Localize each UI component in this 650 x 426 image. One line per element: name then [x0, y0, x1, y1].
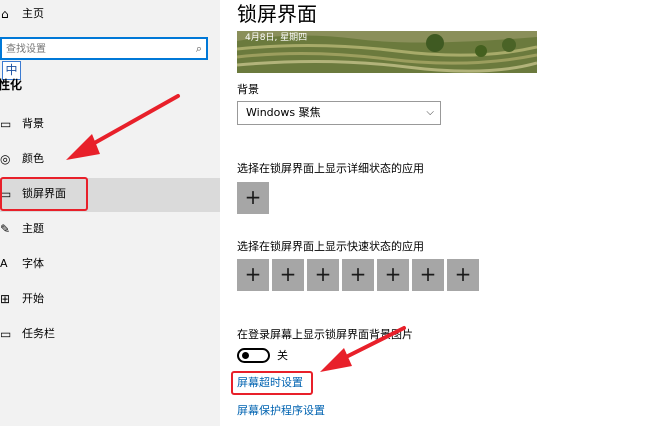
quick-status-add-button-1[interactable]: +	[237, 259, 269, 291]
highlight-box-lock-screen	[0, 177, 88, 211]
quick-status-add-button-5[interactable]: +	[377, 259, 409, 291]
sidebar-item-label: 字体	[22, 257, 44, 270]
search-icon[interactable]: ⌕	[196, 40, 202, 57]
sidebar-item-fonts[interactable]: A 字体	[0, 248, 220, 282]
quick-status-add-button-4[interactable]: +	[342, 259, 374, 291]
picture-icon: ▭	[0, 117, 12, 131]
chevron-down-icon: ⌵	[426, 107, 434, 118]
page-title: 锁屏界面	[237, 2, 317, 26]
signin-background-toggle[interactable]	[237, 348, 270, 363]
start-icon: ⊞	[0, 292, 11, 306]
background-label: 背景	[237, 83, 259, 96]
highlight-box-timeout-link	[231, 371, 313, 395]
search-input[interactable]	[4, 40, 188, 59]
background-dropdown[interactable]: Windows 聚焦 ⌵	[237, 101, 441, 125]
sidebar-item-start[interactable]: ⊞ 开始	[0, 283, 220, 317]
quick-status-add-button-2[interactable]: +	[272, 259, 304, 291]
quick-status-add-button-6[interactable]: +	[412, 259, 444, 291]
section-title: 个性化	[0, 78, 23, 92]
sidebar-item-label: 颜色	[22, 152, 44, 165]
sidebar-item-colors[interactable]: ◎ 颜色	[0, 143, 220, 177]
sidebar-item-background[interactable]: ▭ 背景	[0, 108, 220, 142]
sidebar-item-themes[interactable]: ✎ 主题	[0, 213, 220, 247]
quick-status-label: 选择在锁屏界面上显示快速状态的应用	[237, 240, 424, 253]
home-label: 主页	[22, 7, 44, 20]
home-icon: ⌂	[1, 7, 9, 21]
preview-date: 4月8日, 星期四	[245, 33, 308, 43]
signin-background-label: 在登录屏幕上显示锁屏界面背景图片	[237, 328, 413, 341]
sidebar-item-label: 开始	[22, 292, 44, 305]
font-icon: A	[0, 257, 8, 270]
sidebar-item-label: 主题	[22, 222, 44, 235]
palette-icon: ◎	[0, 152, 11, 166]
main-panel: 锁屏界面 4月8日, 星期四 背景 Windows 聚焦 ⌵ 选择在锁屏界面上显…	[220, 0, 650, 426]
detailed-status-label: 选择在锁屏界面上显示详细状态的应用	[237, 162, 424, 175]
quick-status-add-button-3[interactable]: +	[307, 259, 339, 291]
search-box[interactable]: ⌕	[0, 37, 208, 60]
brush-icon: ✎	[0, 222, 11, 236]
sidebar-item-label: 任务栏	[22, 327, 55, 340]
background-dropdown-value: Windows 聚焦	[246, 106, 321, 119]
sidebar: ⌂ 主页 ⌕ 中 个性化 ▭ 背景 ◎ 颜色 ▭ 锁屏界面 ✎ 主题 A 字体 …	[0, 0, 220, 426]
quick-status-add-button-7[interactable]: +	[447, 259, 479, 291]
toggle-knob	[242, 352, 249, 359]
taskbar-icon: ▭	[0, 327, 12, 341]
home-nav[interactable]: ⌂ 主页	[0, 6, 120, 24]
sidebar-item-label: 背景	[22, 117, 44, 130]
lock-screen-preview: 4月8日, 星期四	[237, 31, 537, 73]
sidebar-item-taskbar[interactable]: ▭ 任务栏	[0, 318, 220, 352]
signin-background-state: 关	[277, 349, 288, 362]
detailed-status-add-button[interactable]: +	[237, 182, 269, 214]
screensaver-settings-link[interactable]: 屏幕保护程序设置	[237, 404, 325, 418]
